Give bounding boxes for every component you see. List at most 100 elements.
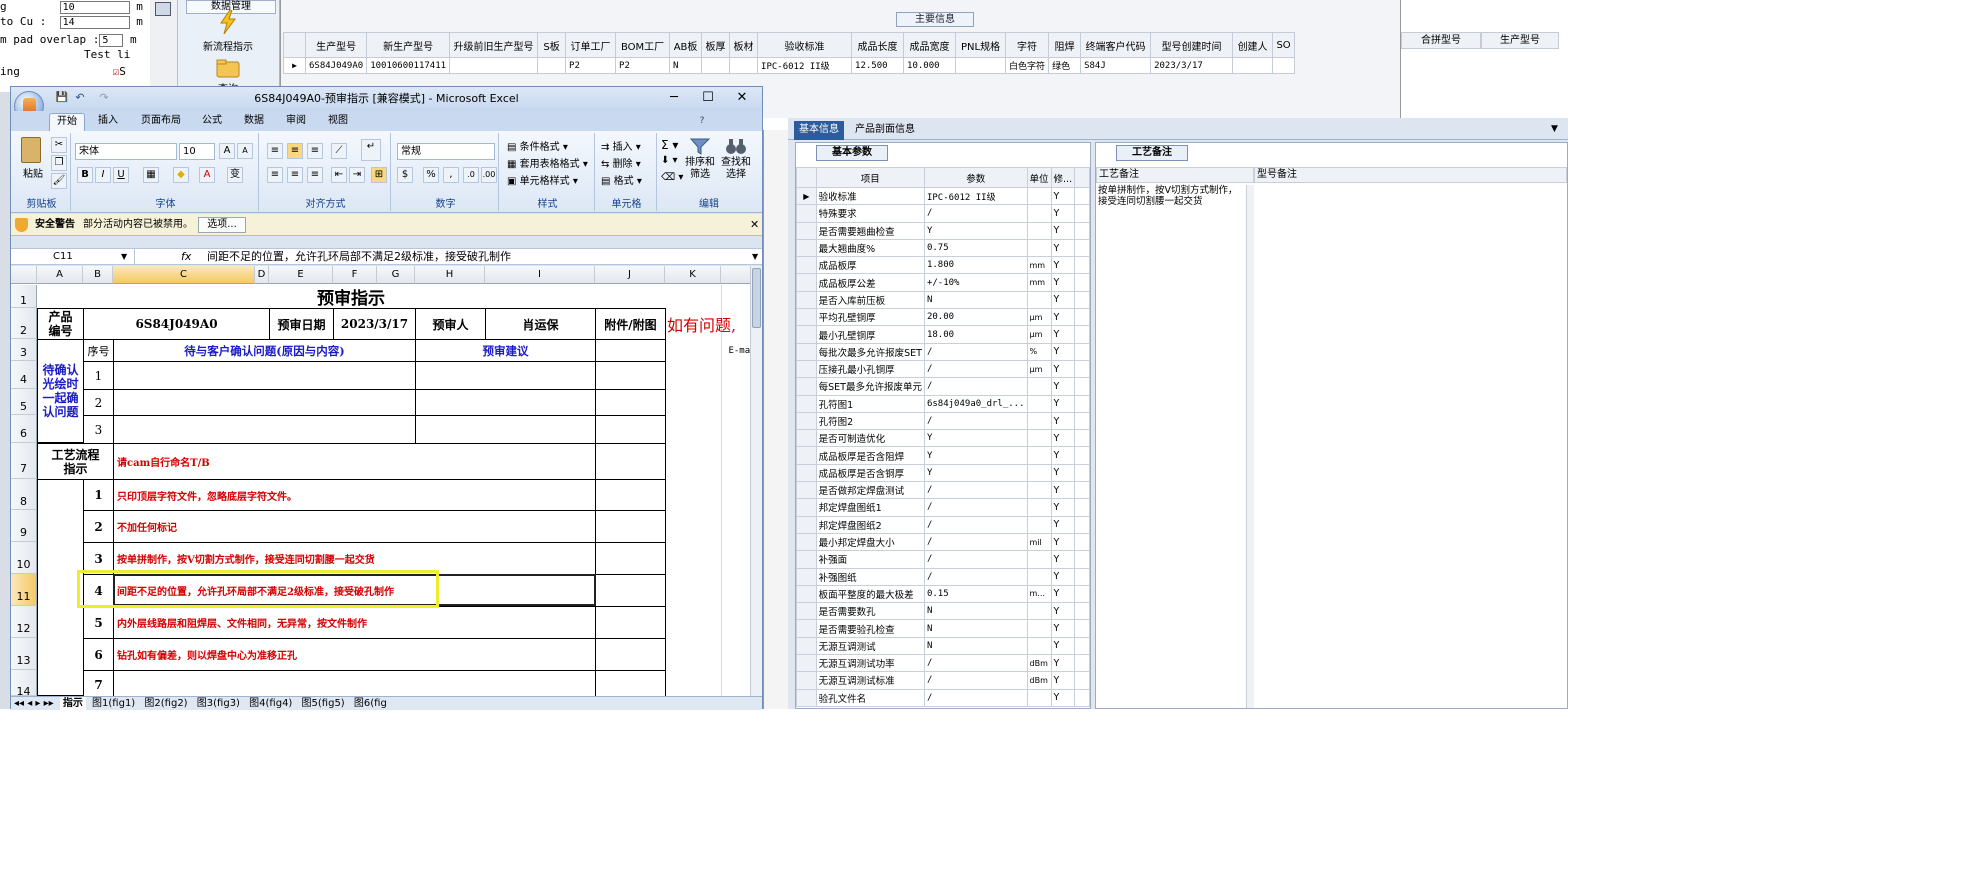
table-cell[interactable]: Y (1050, 498, 1076, 517)
table-cell[interactable]: Y (1050, 671, 1076, 690)
table-cell[interactable]: μm (1026, 359, 1052, 379)
item-text[interactable] (113, 670, 596, 696)
table-cell[interactable] (1026, 567, 1052, 586)
table-cell[interactable]: P2 (615, 57, 671, 74)
column-header-d[interactable]: D (255, 266, 269, 284)
table-cell[interactable]: 10.000 (903, 57, 957, 74)
tab-basic-params[interactable]: 基本参数 (816, 145, 888, 161)
increase-indent-icon[interactable]: ⇥ (349, 167, 365, 183)
table-row[interactable]: 补强图纸 / Y (796, 567, 1090, 586)
column-header[interactable]: 字符 (1005, 32, 1050, 58)
column-header[interactable]: SO (1272, 32, 1296, 58)
table-cell[interactable]: Y (1050, 411, 1076, 431)
row-selector[interactable] (796, 429, 817, 448)
side-note[interactable]: 如有问题, (667, 308, 750, 340)
table-cell[interactable]: 是否需要验孔检查 (815, 619, 925, 638)
table-row[interactable]: 是否入库前压板 N Y (796, 290, 1090, 310)
review-date-label[interactable]: 预审日期 (269, 308, 334, 340)
table-cell[interactable]: % (1026, 342, 1052, 361)
table-cell[interactable]: Y (1050, 515, 1076, 534)
table-cell[interactable]: Y (1050, 567, 1076, 586)
panel-dropdown-icon[interactable]: ▼ (1546, 121, 1563, 140)
shrink-font-icon[interactable]: A (237, 143, 253, 159)
table-row[interactable]: 成品板厚公差 +/-10% mm Y (796, 273, 1090, 292)
name-box[interactable]: C11 (11, 249, 135, 264)
table-cell[interactable] (1026, 463, 1052, 483)
table-cell[interactable]: Y (1050, 481, 1076, 500)
attachment-cell[interactable] (595, 542, 666, 575)
table-cell[interactable]: 最大翘曲度% (815, 238, 925, 258)
attachment-cell[interactable] (595, 574, 666, 607)
row-selector[interactable] (796, 446, 817, 465)
row-header[interactable]: 3 (11, 339, 37, 361)
grow-font-icon[interactable]: A (219, 143, 235, 159)
sheet-tab[interactable]: 图1(fig1) (89, 697, 138, 710)
table-cell[interactable]: / (923, 671, 1028, 690)
table-cell[interactable]: N (923, 290, 1028, 310)
table-row[interactable]: 是否需要数孔 N Y (796, 602, 1090, 621)
attachment-cell[interactable] (595, 606, 666, 639)
table-cell[interactable]: / (923, 515, 1028, 534)
row-selector[interactable] (796, 481, 817, 500)
delete-cells-button[interactable]: ⇆ 删除 ▾ (601, 155, 641, 170)
table-row[interactable]: 最小孔壁铜厚 18.00 μm Y (796, 325, 1090, 344)
item-number[interactable]: 5 (83, 606, 114, 639)
row-header[interactable]: 12 (11, 606, 37, 638)
table-cell[interactable]: 绿色 (1048, 57, 1082, 74)
row-header[interactable]: 10 (11, 542, 37, 574)
product-no-value[interactable]: 6S84J049A0 (83, 308, 270, 340)
table-cell[interactable]: / (923, 550, 1028, 569)
column-header-e[interactable]: E (269, 266, 333, 284)
table-cell[interactable]: 压接孔最小孔铜厚 (815, 359, 925, 379)
row-selector[interactable] (796, 411, 817, 431)
table-cell[interactable] (1026, 481, 1052, 500)
table-row[interactable]: 最大翘曲度% 0.75 Y (796, 238, 1090, 258)
table-cell[interactable] (1026, 619, 1052, 638)
column-header-g[interactable]: G (377, 266, 415, 284)
table-cell[interactable]: Y (1050, 377, 1076, 396)
column-header-l[interactable]: L (721, 266, 750, 284)
table-cell[interactable]: / (923, 359, 1028, 379)
attachment-label[interactable]: 附件/附图 (595, 308, 666, 340)
table-cell[interactable] (1026, 411, 1052, 431)
table-row[interactable]: 每批次最多允许报废SET /% Y (796, 342, 1090, 361)
table-cell[interactable]: N (923, 602, 1028, 621)
table-cell[interactable]: Y (1050, 654, 1076, 673)
table-cell[interactable]: 6S84J049A0 (304, 57, 368, 74)
column-header[interactable]: S板 (537, 32, 567, 58)
table-row[interactable]: 是否可制造优化 Y Y (796, 429, 1090, 448)
table-cell[interactable]: 每批次最多允许报废SET (815, 342, 925, 361)
name-box-dropdown-icon[interactable]: ▼ (121, 249, 127, 264)
attachment-cell[interactable] (595, 361, 666, 390)
row-selector[interactable] (796, 325, 817, 344)
table-cell[interactable]: / (923, 688, 1028, 707)
table-cell[interactable]: / (923, 498, 1028, 517)
table-row[interactable]: 补强面 / Y (796, 550, 1090, 569)
fill-color-icon[interactable]: ◆ (173, 167, 189, 183)
table-row[interactable]: 邦定焊盘图纸2/ Y (796, 515, 1090, 534)
issue-cell[interactable] (113, 415, 416, 444)
paste-icon[interactable] (21, 137, 41, 163)
row-header[interactable]: 4 (11, 361, 37, 389)
row-selector[interactable] (796, 463, 817, 483)
tab-review[interactable]: 审阅 (281, 113, 311, 131)
align-bottom-icon[interactable]: ≡ (307, 143, 323, 159)
column-header[interactable]: 新生产型号 (366, 32, 451, 58)
table-row[interactable]: 成品板厚 1.800 mm Y (796, 256, 1090, 275)
attachment-cell[interactable] (595, 443, 666, 480)
seq-cell[interactable]: 3 (83, 415, 114, 444)
column-header[interactable]: 工艺备注 (1096, 167, 1254, 183)
increase-decimal-icon[interactable]: .0 (463, 167, 479, 183)
autosum-icon[interactable]: Σ ▾ (661, 138, 678, 152)
row-header[interactable]: 8 (11, 479, 37, 510)
row-selector[interactable] (796, 377, 817, 396)
sort-filter-icon[interactable] (689, 137, 711, 155)
sheet-tab[interactable]: 指示 (59, 697, 86, 710)
reviewer-value[interactable]: 肖运保 (485, 308, 596, 340)
row-header[interactable]: 11 (11, 574, 37, 606)
help-icon[interactable]: ? (695, 113, 709, 131)
column-header[interactable]: PNL规格 (955, 32, 1007, 58)
table-cell[interactable]: Y (1050, 359, 1076, 379)
column-header-b[interactable]: B (83, 266, 113, 284)
table-cell[interactable]: Y (1050, 394, 1076, 413)
